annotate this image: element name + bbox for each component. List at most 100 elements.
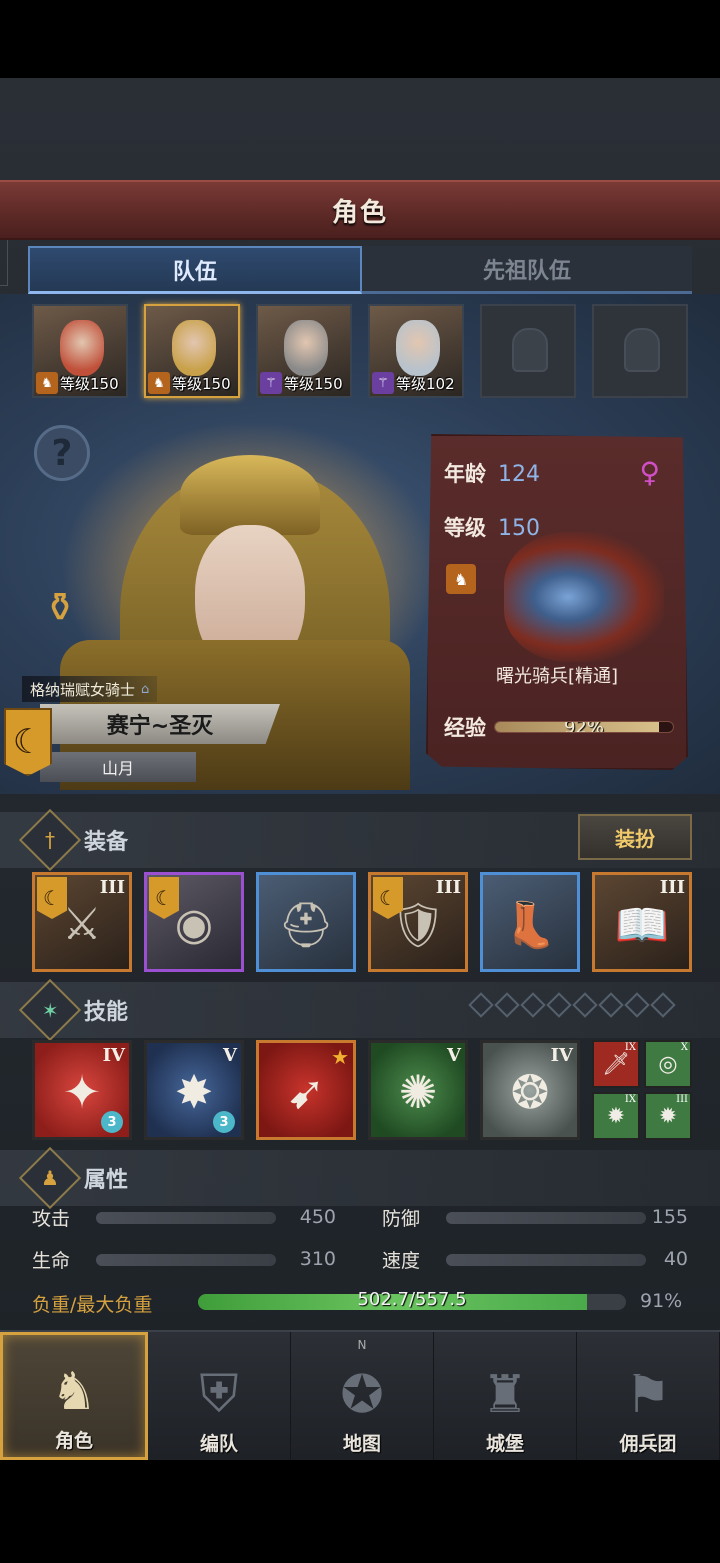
level-badge: ⚚ 等级102 [372, 372, 455, 394]
hero-class-label: 格纳瑞赋女骑士 ⌂ [22, 676, 158, 702]
party-slot[interactable]: ⚚ 等级150 [256, 304, 352, 398]
skill-slot-dot [650, 992, 676, 1018]
attack-bar [96, 1212, 276, 1224]
defense-row: 防御 155 [382, 1204, 690, 1230]
party-row: ♞ 等级150 ♞ 等级150 ⚚ 等级150 ⚚ 等级102 [32, 304, 688, 398]
exp-bar: 92% [494, 721, 674, 733]
skill-count-badge: 3 [101, 1111, 123, 1133]
party-slot[interactable]: ♞ 等级150 [144, 304, 240, 398]
level-badge: ♞ 等级150 [36, 372, 119, 394]
nav-label: 城堡 [485, 1433, 524, 1455]
skill-slot-dot [494, 992, 520, 1018]
passive-skill-icon: ◎ [658, 1052, 678, 1077]
helmet-icon: ⛨ [199, 1364, 239, 1424]
cavalry-class-icon: ♞ [446, 564, 476, 594]
hero-portrait [60, 320, 104, 376]
nav-map[interactable]: N ✪ 地图 [291, 1332, 434, 1460]
equipment-slot-boots[interactable]: 👢 [480, 872, 580, 972]
skill-slot[interactable]: ✸ V 3 [144, 1040, 244, 1140]
nav-formation[interactable]: ⛨ 编队 [148, 1332, 291, 1460]
equipment-slot-helmet[interactable]: ⛑ [256, 872, 356, 972]
party-slot[interactable]: ⚚ 等级102 [368, 304, 464, 398]
exp-label: 经验 [444, 716, 486, 740]
faction-moon-icon: ☾ [149, 877, 179, 919]
skill-slot[interactable]: ➹ ★ [256, 1040, 356, 1140]
speed-value: 40 [663, 1248, 688, 1270]
skill-count-badge: 3 [213, 1111, 235, 1133]
tier-label: III [676, 1094, 688, 1105]
passive-skill-icon: 🗡 [602, 1052, 630, 1077]
equipment-slot-shield[interactable]: ◉ ☾ [144, 872, 244, 972]
tier-label: V [223, 1045, 237, 1066]
tab-ancestor-team[interactable]: 先祖队伍 [362, 246, 692, 294]
age-value: 124 [498, 462, 540, 487]
faction-moon-icon: ☾ [37, 877, 67, 919]
hp-value: 310 [299, 1248, 336, 1270]
skill-slot[interactable]: ✺ V [368, 1040, 468, 1140]
skill-slot-dot [468, 992, 494, 1018]
dress-up-button[interactable]: 装扮 [578, 814, 692, 860]
faction-moon-icon: ☾ [373, 877, 403, 919]
staff-icon: ⚚ [372, 372, 394, 394]
level-text: 等级150 [284, 374, 343, 393]
hero-name-banner[interactable]: 赛宁~圣灭 [40, 704, 280, 744]
nav-mercenary[interactable]: ⚑ 佣兵团 [577, 1332, 720, 1460]
castle-icon: ♜ [481, 1365, 529, 1425]
load-percent: 91% [640, 1290, 683, 1312]
passive-skill[interactable]: ◎ X [644, 1040, 692, 1088]
passive-skill[interactable]: ✹ IX [592, 1092, 640, 1140]
unit-portrait-art[interactable] [504, 532, 664, 662]
potion-icon: ⚱ [43, 585, 77, 631]
team-tabs: 队伍 先祖队伍 [28, 246, 692, 294]
level-badge: ⚚ 等级150 [260, 372, 343, 394]
skill-icon: ➹ [286, 1065, 326, 1119]
hero-name: 赛宁~圣灭 [106, 714, 214, 739]
nav-character[interactable]: ♞ 角色 [0, 1332, 148, 1460]
hero-class-text: 格纳瑞赋女骑士 [30, 680, 136, 699]
hero-month: 山月 [101, 759, 134, 778]
star-icon: ✶ [18, 978, 82, 1042]
passive-skill-icon: ✹ [658, 1104, 678, 1129]
question-icon: ? [51, 432, 73, 474]
faction-moon-icon: ☾ [4, 708, 52, 776]
tier-label: IX [624, 1094, 636, 1105]
nav-label: 佣兵团 [619, 1433, 677, 1455]
load-label: 负重/最大负重 [32, 1294, 153, 1316]
help-button[interactable]: ? [34, 425, 90, 481]
unit-name: 曙光骑兵[精通] [495, 666, 619, 687]
skill-slot[interactable]: ❂ IV [480, 1040, 580, 1140]
equipment-slot-book[interactable]: 📖 III [592, 872, 692, 972]
skill-slot[interactable]: ✦ IV 3 [32, 1040, 132, 1140]
equipment-slot-armor[interactable]: 🛡 ☾ III [368, 872, 468, 972]
knight-icon: ♞ [50, 1362, 98, 1422]
potion-button[interactable]: ⚱ [30, 578, 90, 638]
passive-skill-grid: 🗡 IX ◎ X ✹ IX ✹ III [592, 1040, 692, 1140]
party-slot[interactable] [592, 304, 688, 398]
compass-north-label: N [357, 1338, 367, 1352]
equipment-slot-weapon[interactable]: ⚔ ☾ III [32, 872, 132, 972]
level-row: 等级 150 [444, 512, 540, 542]
skill-icon: ✺ [398, 1065, 438, 1119]
equipment-header: † 装备 [18, 808, 128, 872]
age-label: 年龄 [444, 462, 486, 486]
party-slot[interactable]: ♞ 等级150 [32, 304, 128, 398]
load-text: 502.7/557.5 [357, 1289, 467, 1310]
skill-icon: ❂ [510, 1065, 550, 1119]
dagger-icon: † [18, 808, 82, 872]
staff-icon: ⚚ [260, 372, 282, 394]
skill-row: ✦ IV 3 ✸ V 3 ➹ ★ ✺ V ❂ IV [32, 1040, 580, 1140]
empty-helmet-icon [512, 328, 548, 372]
tier-label: IV [550, 1045, 573, 1066]
hero-portrait [284, 320, 328, 376]
star-icon: ★ [331, 1045, 349, 1069]
boots-icon: 👢 [502, 900, 558, 951]
passive-skill[interactable]: 🗡 IX [592, 1040, 640, 1088]
helmet-icon: ⛑ [278, 900, 334, 951]
party-slot[interactable] [480, 304, 576, 398]
horse-icon: ♞ [148, 372, 170, 394]
nav-castle[interactable]: ♜ 城堡 [434, 1332, 577, 1460]
attributes-title: 属性 [84, 1168, 129, 1193]
passive-skill[interactable]: ✹ III [644, 1092, 692, 1140]
tier-label: V [447, 1045, 461, 1066]
tab-team[interactable]: 队伍 [28, 246, 362, 294]
